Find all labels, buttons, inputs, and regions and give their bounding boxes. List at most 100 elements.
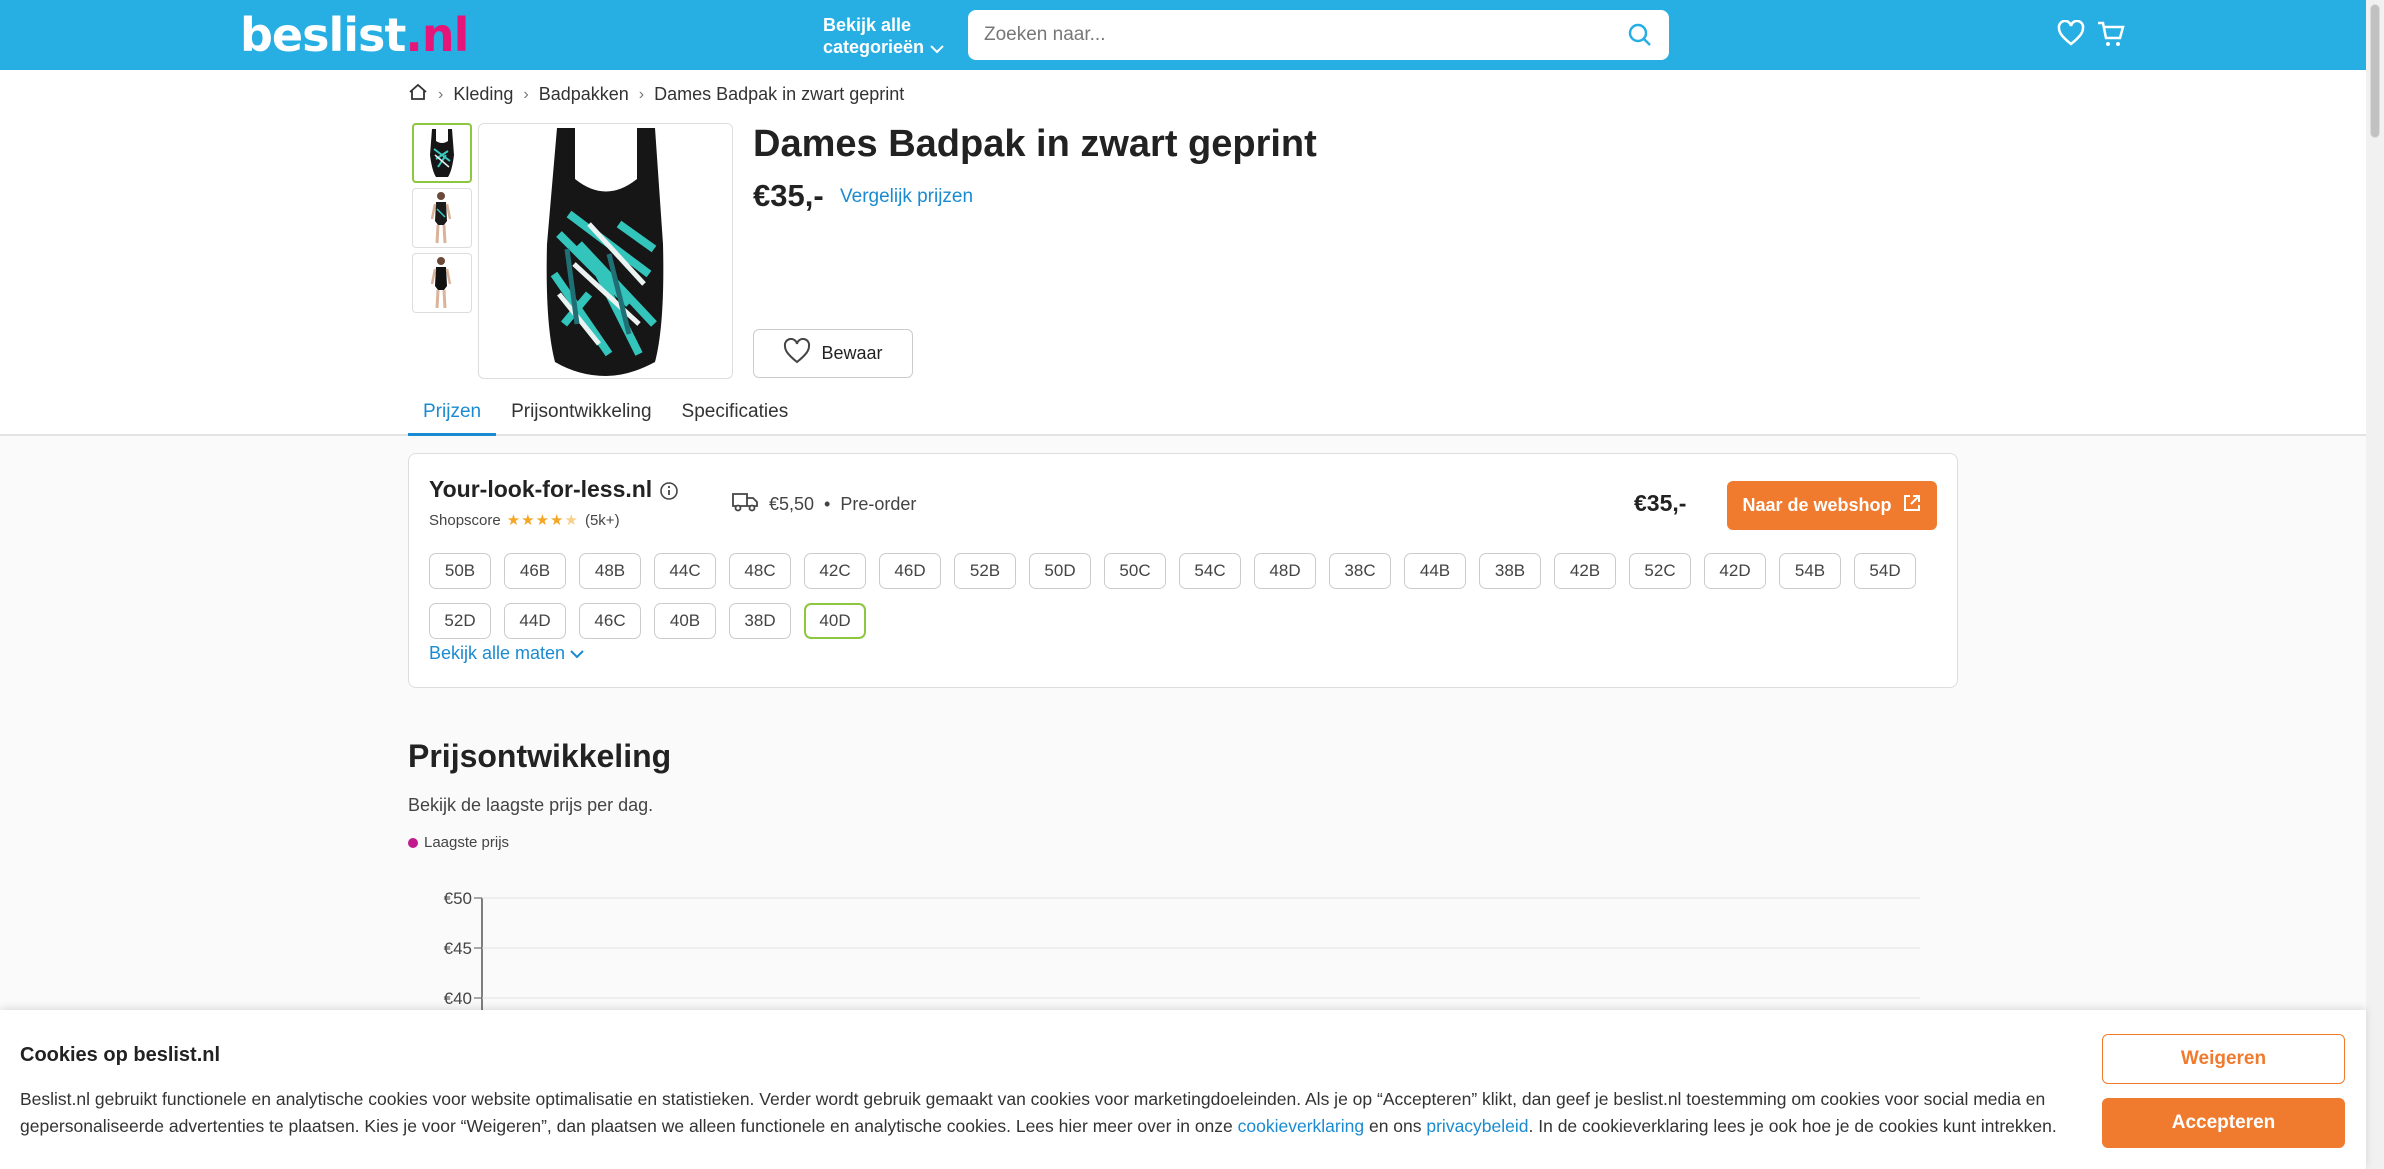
logo-tld: nl (421, 8, 470, 62)
size-option[interactable]: 46B (504, 553, 566, 589)
to-webshop-button[interactable]: Naar de webshop (1727, 481, 1937, 530)
breadcrumb-chevron-icon: › (438, 85, 444, 103)
size-option[interactable]: 50D (1029, 553, 1091, 589)
shipping-cost: €5,50 (769, 494, 815, 514)
tab-specificaties[interactable]: Specificaties (667, 400, 804, 436)
size-option[interactable]: 48D (1254, 553, 1316, 589)
size-option[interactable]: 50B (429, 553, 491, 589)
shop-name[interactable]: Your-look-for-less.nl (429, 476, 652, 503)
truck-icon (731, 491, 759, 518)
info-icon[interactable] (659, 481, 679, 506)
size-option[interactable]: 50C (1104, 553, 1166, 589)
search-icon[interactable] (1627, 22, 1653, 53)
save-button-label: Bewaar (821, 343, 883, 363)
categories-label-line2: categorieën (823, 37, 925, 57)
tab-prijsontwikkeling[interactable]: Prijsontwikkeling (496, 400, 666, 436)
offer-card: Your-look-for-less.nl Shopscore ★★★★★ (5… (408, 453, 1958, 688)
breadcrumb-chevron-icon: › (523, 85, 529, 103)
shopscore: Shopscore ★★★★★ (5k+) (429, 511, 620, 530)
chart-y-tick-label: €45 (444, 939, 472, 958)
size-option[interactable]: 38D (729, 603, 791, 639)
size-list: 50B 46B 48B 44C 48C 42C 46D 52B 50D 50C 54C 48D 38C 4… (429, 553, 1939, 639)
size-option[interactable]: 48C (729, 553, 791, 589)
size-option[interactable]: 52C (1629, 553, 1691, 589)
size-option[interactable]: 42C (804, 553, 866, 589)
price-history-title: Prijsontwikkeling (408, 738, 672, 774)
home-icon[interactable] (408, 83, 428, 106)
refuse-cookies-button[interactable]: Weigeren (2102, 1034, 2345, 1084)
size-option[interactable]: 48B (579, 553, 641, 589)
search-input[interactable] (984, 10, 1584, 60)
tab-prijzen[interactable]: Prijzen (408, 400, 497, 436)
product-tabs: Prijzen Prijsontwikkeling Specificaties (408, 400, 803, 436)
offer-price: €35,- (1634, 490, 1687, 516)
cookie-text-part: . In de cookieverklaring lees je ook hoe… (1528, 1116, 2057, 1136)
chart-y-tick-label: €50 (444, 889, 472, 908)
accept-cookies-button[interactable]: Accepteren (2102, 1098, 2345, 1148)
size-option[interactable]: 44C (654, 553, 716, 589)
search-bar (968, 10, 1669, 60)
compare-prices-link[interactable]: Vergelijk prijzen (840, 186, 973, 208)
chart-y-tick-label: €40 (444, 989, 472, 1008)
shopscore-label: Shopscore (429, 511, 501, 529)
thumbnail-2[interactable] (412, 188, 472, 248)
product-title: Dames Badpak in zwart geprint (753, 123, 1317, 165)
chart-legend: Laagste prijs (408, 834, 509, 851)
size-option[interactable]: 46D (879, 553, 941, 589)
chevron-down-icon (930, 37, 944, 59)
logo-text: beslist (240, 8, 406, 62)
cookie-text: Beslist.nl gebruikt functionele en analy… (20, 1086, 2060, 1140)
legend-label: Laagste prijs (424, 834, 510, 851)
product-main-image[interactable] (478, 123, 733, 379)
heart-icon (783, 337, 811, 369)
size-option[interactable]: 44B (1404, 553, 1466, 589)
cookie-title: Cookies op beslist.nl (20, 1044, 221, 1066)
size-option[interactable]: 52B (954, 553, 1016, 589)
breadcrumb-item-badpakken[interactable]: Badpakken (539, 84, 629, 105)
size-option[interactable]: 40B (654, 603, 716, 639)
bullet-separator: • (824, 494, 831, 514)
shipping-info: €5,50 • Pre-order (731, 491, 916, 518)
show-all-sizes-label: Bekijk alle maten (429, 643, 566, 663)
legend-dot (408, 837, 418, 848)
size-option[interactable]: 38B (1479, 553, 1541, 589)
show-all-sizes-link[interactable]: Bekijk alle maten (429, 643, 584, 664)
cookie-text-part: en ons (1364, 1116, 1427, 1136)
categories-label-line1: Bekijk alle (823, 15, 912, 35)
thumbnail-list (412, 123, 472, 318)
review-count: (5k+) (584, 511, 620, 529)
size-option[interactable]: 46C (579, 603, 641, 639)
size-option[interactable]: 54D (1854, 553, 1916, 589)
page-scrollbar[interactable] (2366, 0, 2384, 1169)
breadcrumb-item-current: Dames Badpak in zwart geprint (654, 84, 905, 104)
external-link-icon (1902, 493, 1922, 518)
size-option[interactable]: 54B (1779, 553, 1841, 589)
rating-stars: ★★★★★ (506, 512, 579, 529)
cart-icon[interactable] (2096, 20, 2126, 53)
availability: Pre-order (840, 494, 917, 514)
size-option[interactable]: 40D (804, 603, 866, 639)
price-history-chart: €50 €45 €40 (444, 889, 1920, 1020)
breadcrumb-chevron-icon: › (638, 85, 645, 103)
logo-dot: . (405, 8, 423, 62)
heart-icon[interactable] (2057, 19, 2085, 51)
size-option[interactable]: 42B (1554, 553, 1616, 589)
size-option[interactable]: 38C (1329, 553, 1391, 589)
cookie-banner: Cookies op beslist.nl Beslist.nl gebruik… (0, 1010, 2366, 1169)
privacy-policy-link[interactable]: privacybeleid (1426, 1116, 1528, 1136)
cookie-statement-link[interactable]: cookieverklaring (1238, 1116, 1364, 1136)
size-option[interactable]: 42D (1704, 553, 1766, 589)
breadcrumb-item-kleding[interactable]: Kleding (453, 84, 513, 105)
scrollbar-thumb[interactable] (2370, 4, 2380, 138)
top-header: beslist.nl Bekijk alle categorieën (0, 0, 2366, 70)
to-webshop-label: Naar de webshop (1742, 495, 1892, 515)
size-option[interactable]: 54C (1179, 553, 1241, 589)
save-button[interactable]: Bewaar (753, 329, 913, 378)
size-option[interactable]: 52D (429, 603, 491, 639)
beslist-logo[interactable]: beslist.nl (240, 8, 470, 62)
product-price: €35,- (753, 178, 824, 213)
thumbnail-1[interactable] (412, 123, 472, 183)
thumbnail-3[interactable] (412, 253, 472, 313)
all-categories-button[interactable]: Bekijk alle categorieën (823, 14, 944, 59)
size-option[interactable]: 44D (504, 603, 566, 639)
